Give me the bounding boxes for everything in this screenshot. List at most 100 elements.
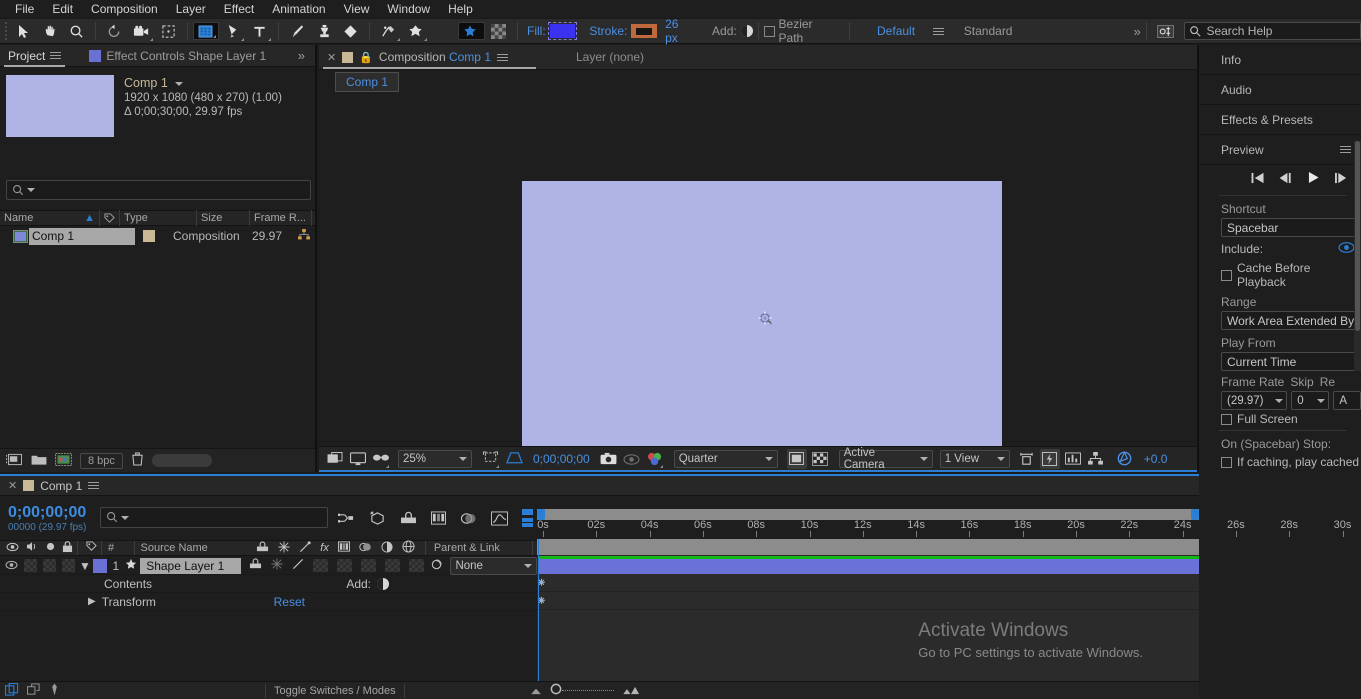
selection-tool-icon[interactable] — [10, 20, 37, 42]
layer-adjust-slot[interactable] — [385, 559, 401, 572]
zoom-in-timeline-icon[interactable] — [622, 684, 640, 698]
cache-before-playback-checkbox[interactable] — [1221, 269, 1232, 281]
composition-panel-menu-icon[interactable] — [497, 53, 508, 61]
shy-switch-icon[interactable] — [256, 540, 269, 556]
range-select[interactable]: Work Area Extended By C — [1221, 311, 1361, 330]
quality-switch-icon[interactable] — [299, 540, 311, 556]
full-screen-row[interactable]: Full Screen — [1221, 410, 1361, 428]
region-of-interest-icon[interactable] — [481, 449, 501, 469]
layer-quality-toggle-icon[interactable] — [292, 558, 304, 573]
video-visibility-header-icon[interactable] — [6, 542, 19, 555]
effects-switch-icon[interactable]: fx — [320, 542, 329, 554]
show-snapshot-icon[interactable] — [622, 449, 642, 469]
sort-ascending-icon[interactable]: ▲ — [84, 210, 95, 226]
timeline-search-dropdown-icon[interactable] — [121, 515, 129, 520]
stroke-label[interactable]: Stroke: — [585, 24, 631, 38]
timeline-layer-switches-icon[interactable] — [522, 508, 534, 531]
timeline-layer-row-1[interactable]: ▼ 1 Shape Layer 1 None — [0, 556, 537, 575]
anchor-point-icon[interactable] — [758, 311, 772, 325]
label-color-header-icon[interactable] — [82, 541, 97, 555]
menu-item-window[interactable]: Window — [378, 0, 439, 18]
layer-visibility-icon[interactable] — [5, 559, 18, 573]
close-icon[interactable]: ✕ — [327, 51, 336, 64]
search-help-field[interactable]: Search Help — [1184, 22, 1361, 40]
next-frame-icon[interactable] — [1334, 172, 1349, 187]
full-screen-checkbox[interactable] — [1221, 413, 1232, 425]
skip-select[interactable]: 0 — [1291, 391, 1330, 410]
composition-tab-title[interactable]: Composition Comp 1 — [379, 50, 491, 64]
layer-duration-bar[interactable] — [538, 559, 1199, 574]
layer-motionblur-slot[interactable] — [361, 559, 377, 572]
new-comp-icon[interactable] — [6, 453, 23, 469]
parent-link-header[interactable]: Parent & Link — [430, 542, 528, 554]
rectangle-tool-icon[interactable] — [192, 22, 220, 40]
hide-shy-layers-icon[interactable] — [400, 511, 417, 528]
always-preview-icon[interactable] — [325, 449, 345, 469]
timeline-search-input[interactable] — [100, 507, 328, 528]
fill-color-swatch[interactable] — [547, 22, 578, 40]
panel-audio[interactable]: Audio — [1199, 75, 1361, 105]
rotation-tool-icon[interactable] — [101, 20, 128, 42]
timeline-ruler[interactable]: 0s 02s 04s 06s 08s 10s 12s 14s 16s 18s 20s 22s 24s 26… — [537, 509, 1351, 539]
roto-brush-tool-icon[interactable] — [375, 20, 402, 42]
timeline-graph-icon[interactable] — [1063, 449, 1083, 469]
enable-frame-blending-icon[interactable] — [431, 510, 446, 529]
panel-info[interactable]: Info — [1199, 45, 1361, 75]
project-col-size[interactable]: Size — [197, 210, 250, 226]
bit-depth-button[interactable]: 8 bpc — [80, 452, 123, 469]
workspace-menu-icon[interactable] — [932, 27, 944, 35]
exposure-value[interactable]: +0.0 — [1138, 452, 1174, 466]
project-item-label-color[interactable] — [143, 230, 155, 242]
resolution-select[interactable]: Quarter — [673, 449, 778, 468]
panel-preview[interactable]: Preview — [1199, 135, 1361, 165]
previous-frame-icon[interactable] — [1279, 172, 1294, 187]
layer-expand-arrow-icon[interactable]: ▼ — [79, 559, 91, 573]
audio-header-icon[interactable] — [26, 541, 39, 555]
parent-select[interactable]: None — [450, 556, 537, 575]
zoom-tool-icon[interactable] — [63, 20, 90, 42]
new-folder-icon[interactable] — [31, 453, 47, 469]
bezier-path-checkbox[interactable] — [763, 25, 775, 37]
menu-item-effect[interactable]: Effect — [215, 0, 263, 18]
fill-label[interactable]: Fill: — [523, 24, 550, 38]
toggle-switches-modes-label[interactable]: Toggle Switches / Modes — [265, 683, 405, 698]
project-col-framerate[interactable]: Frame R... — [250, 210, 312, 226]
motion-blur-switch-icon[interactable] — [359, 541, 372, 556]
collapse-transform-icon[interactable] — [278, 540, 290, 556]
workspace-default[interactable]: Default — [873, 24, 919, 38]
motion-blur-icon[interactable] — [460, 511, 477, 529]
menu-item-animation[interactable]: Animation — [263, 0, 334, 18]
graph-editor-icon[interactable] — [491, 510, 508, 529]
menu-item-layer[interactable]: Layer — [167, 0, 215, 18]
workspace-overflow-icon[interactable]: » — [1133, 24, 1140, 39]
timeline-tracks[interactable]: ⁕ ⁕ — [536, 539, 1199, 681]
workspace-standard[interactable]: Standard — [960, 24, 1017, 38]
search-dropdown-icon[interactable] — [27, 188, 35, 192]
preview-panel-menu-icon[interactable] — [1340, 146, 1351, 153]
transform-expand-arrow-icon[interactable]: ▶ — [0, 596, 96, 607]
menu-item-file[interactable]: File — [6, 0, 43, 18]
project-tabs-overflow-icon[interactable]: » — [298, 48, 305, 63]
timeline-property-row-transform[interactable]: ▶ Transform Reset — [0, 593, 537, 611]
layer-frameblend-slot[interactable] — [337, 559, 353, 572]
pixel-aspect-correction-icon[interactable] — [1017, 449, 1037, 469]
comp-name-dropdown-icon[interactable] — [174, 81, 183, 86]
project-search-input[interactable] — [6, 180, 311, 200]
new-composition-icon[interactable] — [55, 452, 72, 469]
toolbar-grip[interactable] — [2, 18, 10, 44]
panel-effects-presets[interactable]: Effects & Presets — [1199, 105, 1361, 135]
timeline-tab-name[interactable]: Comp 1 — [40, 479, 82, 493]
layer-fx-slot[interactable] — [313, 559, 329, 572]
toggle-transparency-grid-icon[interactable] — [810, 449, 830, 469]
transparency-grid-icon[interactable] — [485, 20, 512, 42]
menu-item-composition[interactable]: Composition — [82, 0, 167, 18]
project-col-type[interactable]: Type — [120, 210, 197, 226]
zoom-out-timeline-icon[interactable] — [530, 684, 542, 698]
timeline-property-row-contents[interactable]: Contents Add: — [0, 575, 537, 593]
type-tool-icon[interactable] — [246, 20, 273, 42]
timeline-current-time[interactable]: 0;00;00;00 — [0, 504, 86, 522]
adjustment-layer-switch-icon[interactable] — [381, 540, 393, 556]
layer-collapse-toggle-icon[interactable] — [271, 558, 283, 573]
transform-reset-link[interactable]: Reset — [274, 595, 305, 609]
composition-mini-flowchart-icon[interactable] — [337, 511, 355, 529]
